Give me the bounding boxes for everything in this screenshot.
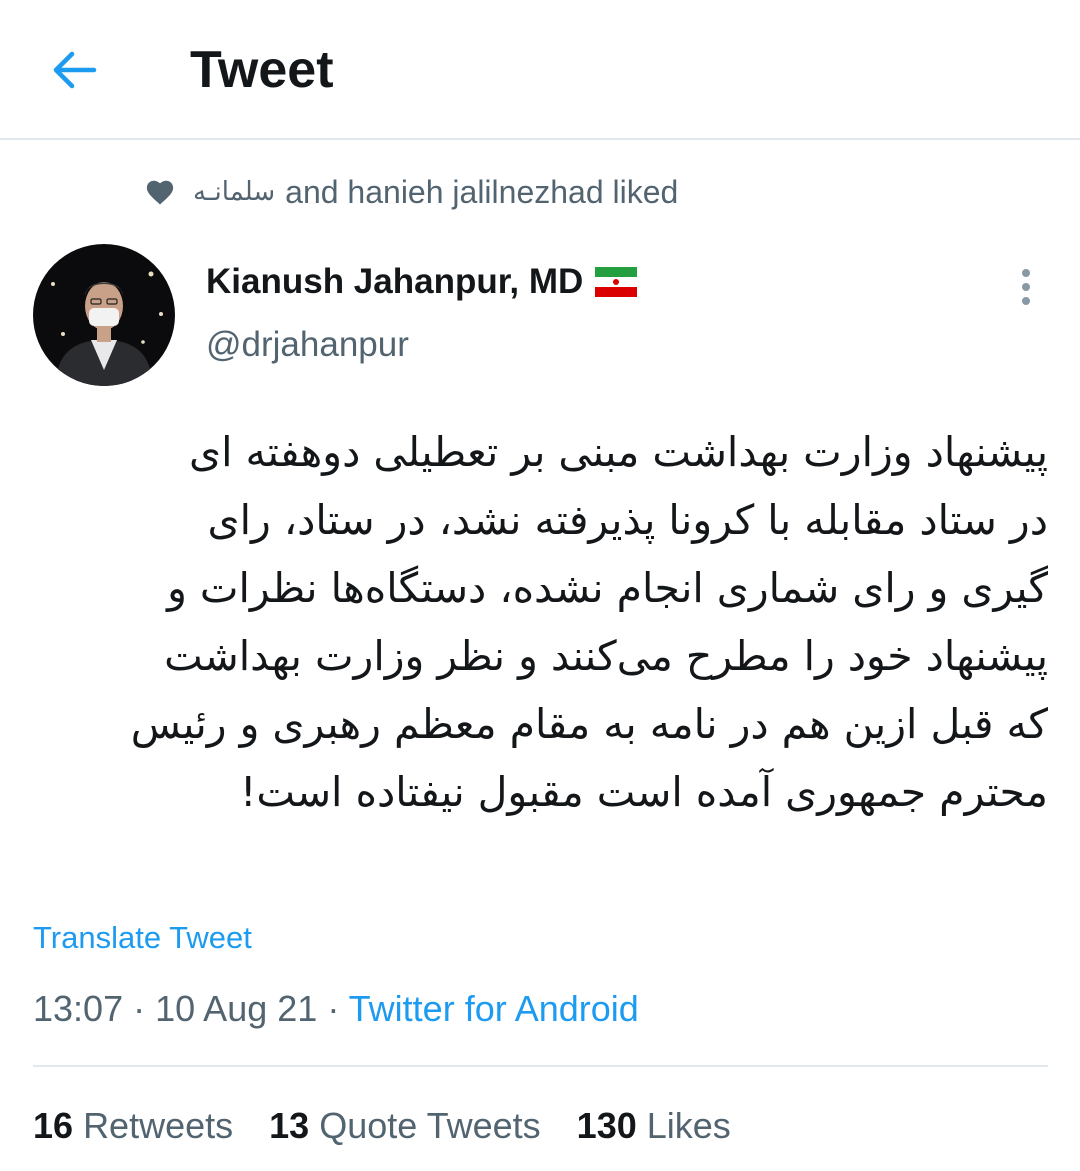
quote-tweets-count: 13 <box>269 1105 310 1146</box>
tweet-stats: 16 Retweets 13 Quote Tweets 130 Likes <box>33 1105 767 1147</box>
retweets-count: 16 <box>33 1105 74 1146</box>
page-title: Tweet <box>190 41 334 99</box>
likes-label: Likes <box>646 1105 731 1146</box>
translate-tweet-link[interactable]: Translate Tweet <box>33 920 252 956</box>
author-name-text: Kianush Jahanpur, MD <box>206 262 584 301</box>
likes-count: 130 <box>576 1105 637 1146</box>
author-name[interactable]: Kianush Jahanpur, MD <box>206 262 638 302</box>
author-handle[interactable]: @drjahanpur <box>206 325 409 365</box>
heart-icon <box>145 178 175 206</box>
social-context-text: and hanieh jalilnezhad liked <box>285 173 679 210</box>
tweet-line: پیشنهاد خود را مطرح می‌کنند و نظر وزارت … <box>164 632 1048 680</box>
tweet-date: 10 Aug 21 <box>155 988 318 1029</box>
avatar[interactable] <box>33 244 175 386</box>
meta-separator: · <box>133 988 146 1029</box>
retweets-stat[interactable]: 16 Retweets <box>33 1105 233 1147</box>
quote-tweets-label: Quote Tweets <box>319 1105 541 1146</box>
tweet-line: گیری و رای شماری انجام نشده، دستگاه‌ها ن… <box>167 564 1048 612</box>
likes-stat[interactable]: 130 Likes <box>577 1105 731 1147</box>
tweet-line: که قبل ازین هم در نامه به مقام معظم رهبر… <box>130 700 1048 748</box>
more-dot <box>1022 297 1030 305</box>
tweet-line: پیشنهاد وزارت بهداشت مبنی بر تعطیلی دوهف… <box>189 428 1048 476</box>
retweets-label: Retweets <box>83 1105 234 1146</box>
tweet-time: 13:07 <box>33 988 124 1029</box>
more-dot <box>1022 283 1030 291</box>
tweet-line: در ستاد مقابله با کرونا پذیرفته نشد، در … <box>207 496 1048 544</box>
liker-name: سلمانـه <box>193 177 276 207</box>
arrow-left-icon <box>53 51 97 89</box>
meta-separator: · <box>327 988 340 1029</box>
top-bar: Tweet <box>0 0 1080 140</box>
quote-tweets-stat[interactable]: 13 Quote Tweets <box>269 1105 541 1147</box>
social-context[interactable]: سلمانـه and hanieh jalilnezhad liked <box>145 170 678 214</box>
tweet-meta: 13:07 · 10 Aug 21 · Twitter for Android <box>33 988 639 1030</box>
divider <box>33 1065 1048 1067</box>
tweet-line: محترم جمهوری آمده است مقبول نیفتاده است! <box>240 768 1048 816</box>
back-button[interactable] <box>46 42 102 98</box>
more-vertical-icon <box>1022 269 1030 277</box>
tweet-source-link[interactable]: Twitter for Android <box>349 988 639 1029</box>
iran-flag-icon <box>595 267 638 297</box>
more-options-button[interactable] <box>1006 262 1046 312</box>
tweet-text: پیشنهاد وزارت بهداشت مبنی بر تعطیلی دوهف… <box>30 418 1048 826</box>
